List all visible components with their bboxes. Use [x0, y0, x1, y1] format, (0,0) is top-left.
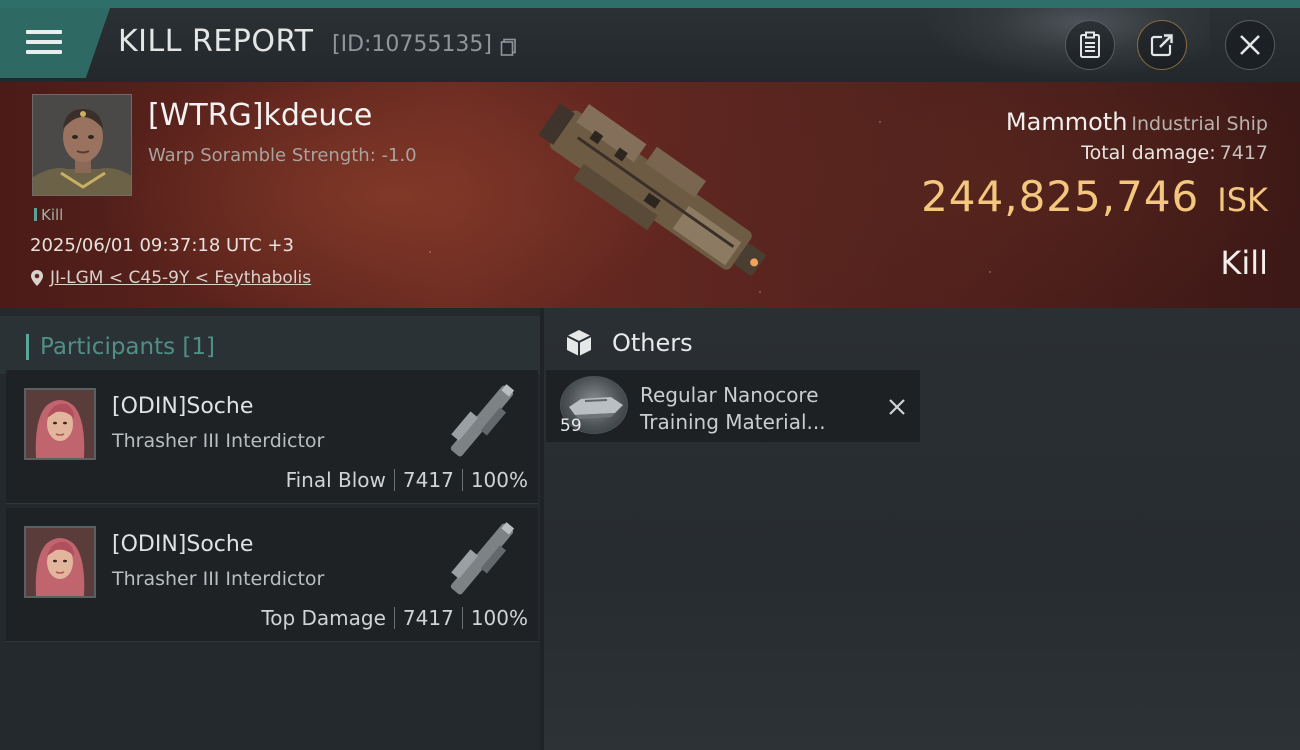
report-id: [ID:10755135]: [332, 32, 492, 57]
top-accent-line: [0, 0, 1300, 8]
others-header: Others: [564, 328, 693, 358]
kill-tag: Kill: [34, 206, 63, 224]
warp-scramble-strength: Warp Soramble Strength: -1.0: [148, 145, 417, 166]
participant-card[interactable]: [ODIN]Soche Thrasher III Interdictor Fin…: [6, 370, 538, 504]
kill-timestamp: 2025/06/01 09:37:18 UTC +3: [30, 235, 294, 256]
participant-ship-icon: [450, 384, 515, 457]
isk-unit: ISK: [1217, 181, 1268, 219]
result-label: Kill: [1220, 244, 1268, 282]
participant-ship: Thrasher III Interdictor: [112, 568, 325, 590]
close-icon: [1240, 35, 1260, 55]
participant-percent: 100%: [470, 606, 528, 630]
participant-avatar[interactable]: [24, 526, 96, 598]
participant-damage: 7417: [402, 468, 454, 492]
item-quantity: 59: [560, 416, 582, 436]
others-title: Others: [612, 329, 693, 357]
participant-avatar[interactable]: [24, 388, 96, 460]
header-bar: KILL REPORT [ID:10755135]: [0, 8, 1300, 82]
participant-percent: 100%: [470, 468, 528, 492]
participant-name[interactable]: [ODIN]Soche: [112, 394, 253, 419]
clipboard-icon: [1080, 31, 1100, 58]
item-name-line1: Regular Nanocore: [640, 383, 819, 407]
isk-row: 244,825,746 ISK: [921, 172, 1268, 221]
item-name-line2: Training Material...: [640, 410, 826, 434]
others-panel: Others 59 Regular Nanocore Training Mate…: [544, 308, 1300, 750]
ship-name[interactable]: Mammoth: [1006, 108, 1127, 136]
cube-icon: [566, 330, 592, 356]
item-name: Regular Nanocore Training Material...: [640, 382, 826, 436]
isk-value: 244,825,746: [921, 172, 1200, 221]
participant-role: Top Damage: [261, 606, 386, 630]
participant-damage: 7417: [402, 606, 454, 630]
page-title: KILL REPORT: [118, 24, 314, 59]
copy-icon[interactable]: [500, 38, 518, 56]
participant-stats: Top Damage 7417 100%: [261, 606, 528, 630]
total-damage-label: Total damage:: [1081, 142, 1216, 164]
clipboard-button[interactable]: [1065, 20, 1115, 70]
menu-icon: [26, 30, 62, 60]
participant-ship-icon: [450, 522, 515, 595]
header-marker: [26, 334, 29, 360]
menu-button[interactable]: [0, 8, 110, 78]
dropped-item-card[interactable]: 59 Regular Nanocore Training Material...: [546, 370, 920, 442]
participant-ship: Thrasher III Interdictor: [112, 430, 325, 452]
participant-role: Final Blow: [285, 468, 386, 492]
participant-card[interactable]: [ODIN]Soche Thrasher III Interdictor Top…: [6, 508, 538, 642]
victim-ship-image: [538, 103, 766, 276]
total-damage: Total damage: 7417: [1081, 142, 1268, 164]
victim-name[interactable]: [WTRG]kdeuce: [148, 98, 372, 133]
participants-panel: Participants [1] [ODIN]Soche Thrasher II…: [0, 308, 540, 750]
ship-type: Mammoth Industrial Ship: [1006, 108, 1268, 136]
location-pin-icon: [31, 270, 43, 286]
close-button[interactable]: [1225, 20, 1275, 70]
participants-header: Participants [1]: [0, 316, 540, 374]
kill-location[interactable]: JI-LGM < C45-9Y < Feythabolis: [30, 268, 311, 288]
ship-class: Industrial Ship: [1131, 113, 1268, 135]
victim-avatar[interactable]: [32, 94, 132, 196]
total-damage-value: 7417: [1219, 142, 1268, 164]
share-button[interactable]: [1137, 20, 1187, 70]
remove-icon[interactable]: [888, 398, 906, 416]
kill-banner: [WTRG]kdeuce Warp Soramble Strength: -1.…: [0, 82, 1300, 308]
participants-title: Participants [1]: [40, 334, 215, 360]
location-link[interactable]: JI-LGM < C45-9Y < Feythabolis: [50, 268, 311, 288]
share-icon: [1150, 33, 1174, 57]
participant-name[interactable]: [ODIN]Soche: [112, 532, 253, 557]
participant-stats: Final Blow 7417 100%: [286, 468, 528, 492]
